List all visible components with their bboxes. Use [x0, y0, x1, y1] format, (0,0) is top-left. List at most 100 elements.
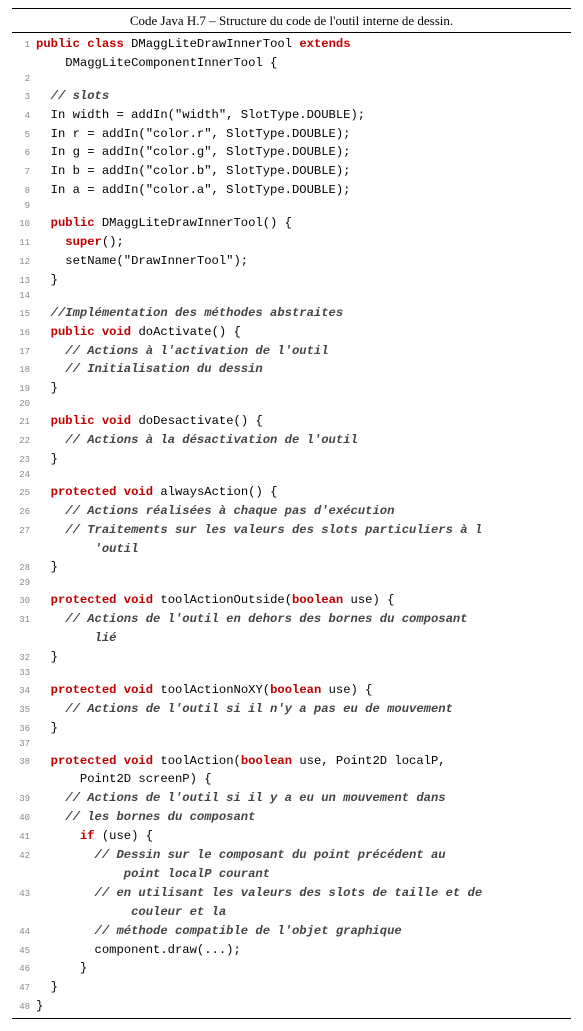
code-line: 16 public void doActivate() { — [12, 323, 571, 342]
code-text: } — [36, 379, 58, 398]
code-text: couleur et la — [36, 903, 226, 922]
code-line: 4 In width = addIn("width", SlotType.DOU… — [12, 106, 571, 125]
code-text: 'outil — [36, 540, 138, 559]
line-number: 15 — [12, 308, 36, 322]
line-number: 41 — [12, 831, 36, 845]
code-line: 37 — [12, 738, 571, 752]
line-number: 10 — [12, 218, 36, 232]
line-number: 31 — [12, 614, 36, 628]
code-line: 12 setName("DrawInnerTool"); — [12, 252, 571, 271]
code-line: 34 protected void toolActionNoXY(boolean… — [12, 681, 571, 700]
code-line: 29 — [12, 577, 571, 591]
line-number: 1 — [12, 39, 36, 53]
code-line: DMaggLiteComponentInnerTool { — [12, 54, 571, 73]
line-number: 23 — [12, 454, 36, 468]
code-text: // Actions de l'outil si il n'y a pas eu… — [36, 700, 453, 719]
code-text: Point2D screenP) { — [36, 770, 212, 789]
code-line: 11 super(); — [12, 233, 571, 252]
code-text: public DMaggLiteDrawInnerTool() { — [36, 214, 292, 233]
line-number: 18 — [12, 364, 36, 378]
line-number: 6 — [12, 147, 36, 161]
code-text: // Actions de l'outil en dehors des born… — [36, 610, 468, 629]
code-line: 15 //Implémentation des méthodes abstrai… — [12, 304, 571, 323]
code-text: } — [36, 959, 87, 978]
line-number: 24 — [12, 469, 36, 483]
code-line: 'outil — [12, 540, 571, 559]
code-text: // méthode compatible de l'objet graphiq… — [36, 922, 402, 941]
code-text: public void doActivate() { — [36, 323, 241, 342]
listing-caption: Code Java H.7 – Structure du code de l'o… — [12, 8, 571, 33]
code-text: protected void toolActionOutside(boolean… — [36, 591, 394, 610]
code-text: In width = addIn("width", SlotType.DOUBL… — [36, 106, 365, 125]
code-line: 28 } — [12, 558, 571, 577]
line-number: 21 — [12, 416, 36, 430]
line-number: 8 — [12, 185, 36, 199]
code-text: } — [36, 997, 43, 1016]
line-number: 37 — [12, 738, 36, 752]
code-line: 24 — [12, 469, 571, 483]
code-line: 30 protected void toolActionOutside(bool… — [12, 591, 571, 610]
code-line: 39 // Actions de l'outil si il y a eu un… — [12, 789, 571, 808]
code-line: 17 // Actions à l'activation de l'outil — [12, 342, 571, 361]
code-text: // les bornes du composant — [36, 808, 255, 827]
code-line: 18 // Initialisation du dessin — [12, 360, 571, 379]
code-text: // Actions réalisées à chaque pas d'exéc… — [36, 502, 394, 521]
code-line: couleur et la — [12, 903, 571, 922]
code-line: 31 // Actions de l'outil en dehors des b… — [12, 610, 571, 629]
code-line: 22 // Actions à la désactivation de l'ou… — [12, 431, 571, 450]
code-line: 27 // Traitements sur les valeurs des sl… — [12, 521, 571, 540]
code-text: protected void toolActionNoXY(boolean us… — [36, 681, 373, 700]
code-line: 6 In g = addIn("color.g", SlotType.DOUBL… — [12, 143, 571, 162]
line-number: 48 — [12, 1001, 36, 1015]
line-number: 4 — [12, 110, 36, 124]
code-text: In a = addIn("color.a", SlotType.DOUBLE)… — [36, 181, 351, 200]
code-line: 10 public DMaggLiteDrawInnerTool() { — [12, 214, 571, 233]
code-line: 13 } — [12, 271, 571, 290]
code-block: 1public class DMaggLiteDrawInnerTool ext… — [12, 35, 571, 1016]
code-text: public void doDesactivate() { — [36, 412, 263, 431]
line-number: 40 — [12, 812, 36, 826]
code-text: In r = addIn("color.r", SlotType.DOUBLE)… — [36, 125, 351, 144]
code-text: public class DMaggLiteDrawInnerTool exte… — [36, 35, 351, 54]
line-number: 26 — [12, 506, 36, 520]
code-text: // Initialisation du dessin — [36, 360, 263, 379]
code-line: 38 protected void toolAction(boolean use… — [12, 752, 571, 771]
code-line: 47 } — [12, 978, 571, 997]
code-line: 14 — [12, 290, 571, 304]
code-line: 9 — [12, 200, 571, 214]
code-line: point localP courant — [12, 865, 571, 884]
code-text: // Actions à la désactivation de l'outil — [36, 431, 358, 450]
line-number: 12 — [12, 256, 36, 270]
code-line: 23 } — [12, 450, 571, 469]
code-text: } — [36, 719, 58, 738]
code-line: 1public class DMaggLiteDrawInnerTool ext… — [12, 35, 571, 54]
line-number: 28 — [12, 562, 36, 576]
code-line: lié — [12, 629, 571, 648]
code-text: // en utilisant les valeurs des slots de… — [36, 884, 482, 903]
line-number: 3 — [12, 91, 36, 105]
code-line: 43 // en utilisant les valeurs des slots… — [12, 884, 571, 903]
code-line: 41 if (use) { — [12, 827, 571, 846]
line-number: 38 — [12, 756, 36, 770]
code-text: } — [36, 450, 58, 469]
line-number: 33 — [12, 667, 36, 681]
line-number: 13 — [12, 275, 36, 289]
line-number: 36 — [12, 723, 36, 737]
listing-container: Code Java H.7 – Structure du code de l'o… — [0, 0, 583, 1031]
code-text: In g = addIn("color.g", SlotType.DOUBLE)… — [36, 143, 351, 162]
code-line: 5 In r = addIn("color.r", SlotType.DOUBL… — [12, 125, 571, 144]
code-line: 42 // Dessin sur le composant du point p… — [12, 846, 571, 865]
code-text: DMaggLiteComponentInnerTool { — [36, 54, 277, 73]
code-line: 32 } — [12, 648, 571, 667]
code-text: // Actions de l'outil si il y a eu un mo… — [36, 789, 446, 808]
code-line: 19 } — [12, 379, 571, 398]
line-number: 7 — [12, 166, 36, 180]
code-text: } — [36, 648, 58, 667]
code-text: // Actions à l'activation de l'outil — [36, 342, 329, 361]
line-number: 46 — [12, 963, 36, 977]
code-line: Point2D screenP) { — [12, 770, 571, 789]
line-number: 44 — [12, 926, 36, 940]
code-line: 36 } — [12, 719, 571, 738]
code-text: } — [36, 271, 58, 290]
code-line: 7 In b = addIn("color.b", SlotType.DOUBL… — [12, 162, 571, 181]
